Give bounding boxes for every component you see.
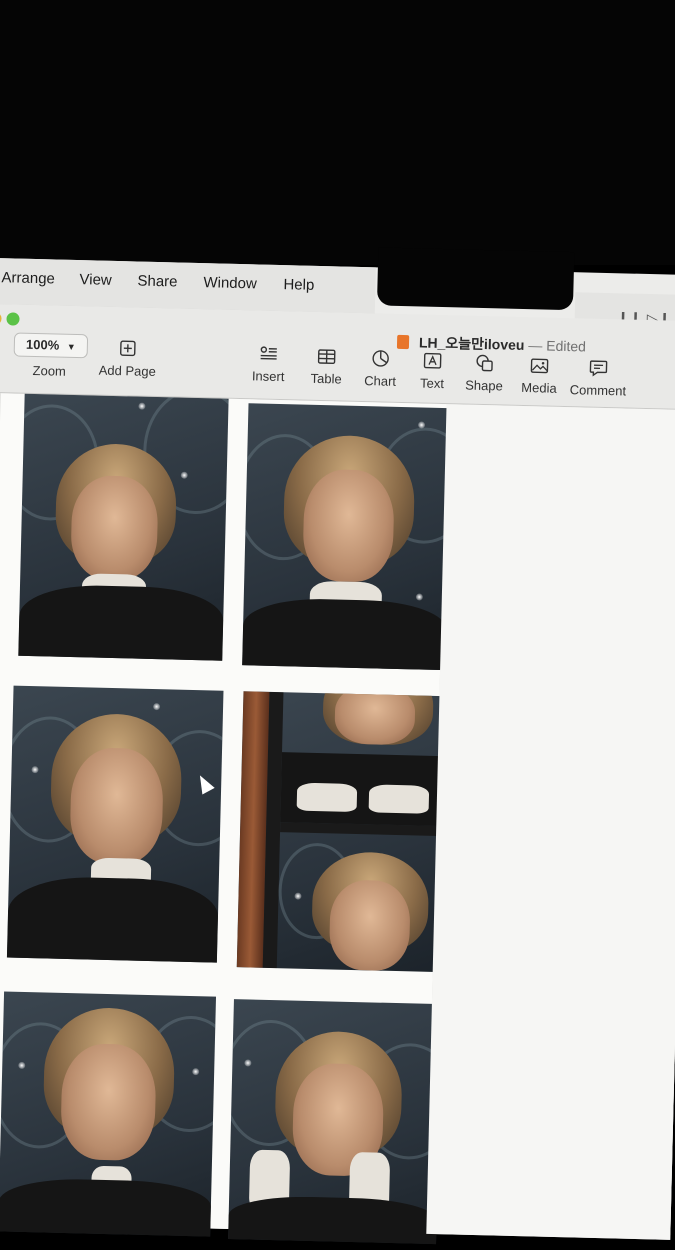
menu-window[interactable]: Window [203, 274, 257, 292]
toolbar: LH_오늘만iloveu — Edited 100% ▼ Zoom Add Pa… [0, 303, 675, 411]
photo-card-1[interactable] [18, 393, 229, 661]
photo-card-3[interactable] [6, 685, 224, 963]
comment-label: Comment [569, 382, 627, 399]
add-page-icon [93, 336, 164, 360]
minimize-window-button[interactable] [0, 311, 2, 326]
photo-card-4[interactable] [236, 691, 448, 973]
title-separator: — [524, 336, 547, 354]
zoom-label: Zoom [32, 362, 67, 379]
pages-app-window: Arrange View Share Window Help ❙❙ ▷❙ LH_… [0, 247, 675, 1245]
zoom-tool: Zoom [14, 359, 84, 380]
camera-notch [376, 247, 575, 311]
sidebar-pane [426, 404, 675, 1240]
comment-bubble-icon [563, 356, 634, 380]
menu-share[interactable]: Share [137, 273, 177, 291]
menu-view[interactable]: View [79, 271, 112, 289]
screen-bezel [0, 0, 675, 265]
zoom-select[interactable]: 100% ▼ [13, 332, 89, 359]
document-status: Edited [546, 337, 587, 355]
add-page-label: Add Page [98, 362, 157, 379]
chevron-down-icon: ▼ [66, 341, 76, 353]
zoom-value: 100% [25, 336, 60, 353]
document-page[interactable] [0, 393, 453, 1245]
photo-card-6[interactable] [228, 999, 442, 1245]
menu-help[interactable]: Help [283, 276, 314, 294]
document-canvas[interactable] [0, 392, 675, 1245]
comment-button[interactable]: Comment [563, 356, 634, 399]
add-page-button[interactable]: Add Page [92, 336, 163, 379]
fullscreen-window-button[interactable] [6, 312, 20, 326]
photo-card-2[interactable] [242, 403, 453, 671]
menu-arrange[interactable]: Arrange [1, 269, 55, 287]
